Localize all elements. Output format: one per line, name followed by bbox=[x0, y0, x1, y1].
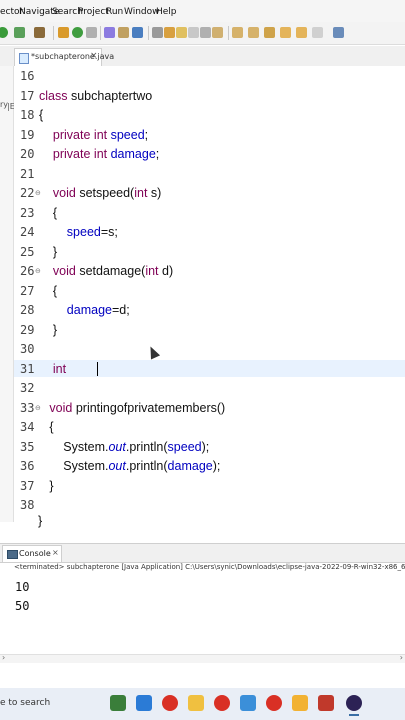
code-line: { bbox=[39, 284, 58, 298]
debug-icon[interactable] bbox=[14, 27, 25, 38]
menu-item-project[interactable]: Project bbox=[78, 7, 109, 17]
editor-tab-bar: *subchapterone.java × bbox=[0, 46, 405, 67]
search-icon[interactable] bbox=[132, 27, 143, 38]
whitespace-icon[interactable] bbox=[200, 27, 211, 38]
app-icon-blue[interactable] bbox=[136, 695, 152, 711]
previous-annotation-icon[interactable] bbox=[248, 27, 259, 38]
text-caret bbox=[97, 362, 98, 376]
line-number: 38 bbox=[20, 498, 35, 512]
code-line: { bbox=[39, 420, 54, 434]
next-annotation-icon[interactable] bbox=[232, 27, 243, 38]
console-output-line: 50 bbox=[15, 599, 30, 613]
chrome-icon[interactable] bbox=[162, 695, 178, 711]
console-tab-label: Console bbox=[19, 549, 51, 558]
code-line: int bbox=[52, 362, 67, 376]
menu-item-help[interactable]: Help bbox=[156, 7, 177, 17]
last-edit-icon[interactable] bbox=[264, 27, 275, 38]
run-icon[interactable] bbox=[0, 27, 8, 38]
code-line: } bbox=[39, 323, 58, 337]
eclipse-icon[interactable] bbox=[346, 695, 362, 716]
chrome-icon[interactable] bbox=[266, 695, 282, 711]
line-number: 30 bbox=[20, 342, 35, 356]
console-output[interactable]: 10 50 bbox=[14, 578, 405, 654]
console-output-line: 10 bbox=[15, 580, 30, 594]
tab-label: *subchapterone.java bbox=[31, 52, 115, 61]
code-line: private int speed; bbox=[52, 128, 149, 142]
menu-bar: ector Navigate Search Project Run Window… bbox=[0, 0, 405, 22]
new-package-icon[interactable] bbox=[58, 27, 69, 38]
windows-taskbar: e to search bbox=[0, 688, 405, 720]
code-line: { bbox=[39, 108, 44, 122]
code-editor[interactable]: 16 17 class subchaptertwo 18{19 private int… bbox=[14, 66, 405, 528]
app-icon-orange[interactable] bbox=[292, 695, 308, 711]
code-line: void printingofprivatemembers() bbox=[49, 401, 226, 415]
code-line: damage=d; bbox=[66, 303, 130, 317]
forward-icon[interactable] bbox=[296, 27, 307, 38]
code-line: void setspeed(int s) bbox=[52, 186, 162, 200]
word-wrap-icon[interactable] bbox=[176, 27, 187, 38]
chrome-icon[interactable] bbox=[214, 695, 230, 711]
code-line: private int damage; bbox=[52, 147, 160, 161]
code-line: } bbox=[39, 245, 58, 259]
closing-brace-partial: } bbox=[38, 514, 43, 528]
current-line-highlight bbox=[14, 360, 405, 377]
close-icon[interactable]: × bbox=[52, 548, 59, 557]
package-explorer-strip[interactable]: ry |E bbox=[0, 66, 15, 522]
code-line: class subchaptertwo bbox=[39, 89, 153, 103]
annotation-icon[interactable] bbox=[212, 27, 223, 38]
code-line: speed=s; bbox=[66, 225, 118, 239]
app-icon-green[interactable] bbox=[110, 695, 126, 711]
scroll-left-icon[interactable]: › bbox=[2, 653, 5, 662]
close-icon[interactable]: × bbox=[90, 51, 98, 61]
highlight-icon[interactable] bbox=[164, 27, 175, 38]
code-line: System.out.println(damage); bbox=[39, 459, 221, 473]
line-number: 21 bbox=[20, 167, 35, 181]
console-terminated-header: <terminated> subchapterone [Java Applica… bbox=[14, 563, 405, 571]
menu-item-window[interactable]: Window bbox=[124, 7, 160, 17]
navigate-forward-icon[interactable] bbox=[312, 27, 323, 38]
code-line: } bbox=[39, 479, 54, 493]
open-task-icon[interactable] bbox=[118, 27, 129, 38]
tab-subchapterone-java[interactable]: *subchapterone.java × bbox=[14, 48, 114, 66]
code-line: System.out.println(speed); bbox=[39, 440, 210, 454]
console-icon bbox=[7, 550, 18, 559]
console-tab-bar: Console × bbox=[0, 543, 405, 563]
toolbar bbox=[0, 22, 405, 45]
line-number: 32 bbox=[20, 381, 35, 395]
mouse-pointer bbox=[145, 344, 161, 360]
menu-item-run[interactable]: Run bbox=[106, 7, 123, 17]
code-line: void setdamage(int d) bbox=[52, 264, 174, 278]
code-line: { bbox=[39, 206, 58, 220]
app-icon-a[interactable] bbox=[240, 695, 256, 711]
open-type-icon[interactable] bbox=[104, 27, 115, 38]
block-select-icon[interactable] bbox=[188, 27, 199, 38]
perspective-icon[interactable] bbox=[333, 27, 344, 38]
java-file-icon bbox=[19, 53, 29, 64]
back-icon[interactable] bbox=[280, 27, 291, 38]
scroll-right-icon[interactable]: › bbox=[400, 653, 403, 662]
file-explorer-icon[interactable] bbox=[188, 695, 204, 711]
pdf-reader-icon[interactable] bbox=[318, 695, 334, 711]
new-class-icon[interactable] bbox=[72, 27, 83, 38]
taskbar-search-box[interactable]: e to search bbox=[0, 698, 50, 708]
external-tools-icon[interactable] bbox=[34, 27, 45, 38]
toggle-mark-icon[interactable] bbox=[152, 27, 163, 38]
dropdown-arrow-icon[interactable] bbox=[86, 27, 97, 38]
tab-console[interactable]: Console × bbox=[2, 545, 62, 562]
horizontal-scrollbar[interactable]: › › bbox=[0, 653, 405, 663]
line-number: 16 bbox=[20, 69, 35, 83]
